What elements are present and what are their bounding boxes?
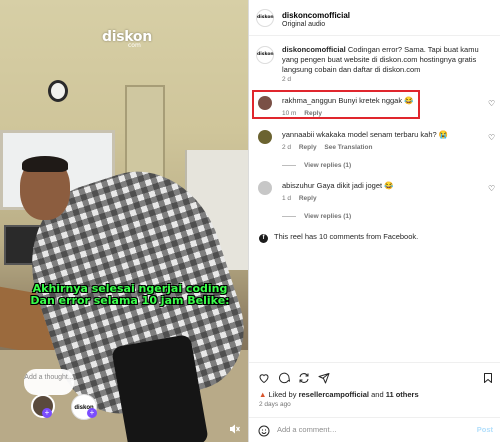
author-avatar[interactable]: diskon xyxy=(256,9,274,27)
replies-line xyxy=(282,164,296,166)
liked-by: ▲ Liked by resellercampofficial and 11 o… xyxy=(259,390,419,399)
person-hair xyxy=(22,156,68,172)
comment-text: wkakaka model senam terbaru kah? 😭 xyxy=(316,130,449,139)
commenter-avatar[interactable] xyxy=(258,96,272,110)
comment-username[interactable]: abiszuhur xyxy=(282,181,315,190)
caption-author-avatar[interactable]: diskon xyxy=(256,46,274,64)
comment-age: 1 d xyxy=(282,195,292,202)
post-header: diskon diskoncomofficial Original audio xyxy=(249,0,500,36)
reel-viewer: diskon com Akhirnya selesai ngerjai codi… xyxy=(0,0,500,442)
comment-icon[interactable] xyxy=(278,371,291,384)
liked-by-prefix: Liked by xyxy=(268,390,297,399)
video-caption: Akhirnya selesai ngerjai coding Dan erro… xyxy=(30,282,230,307)
caption-comment: diskoncomofficial Codingan error? Sama. … xyxy=(282,45,492,75)
share-icon[interactable] xyxy=(318,371,330,384)
add-thought-bubble[interactable]: Add a thought... xyxy=(24,369,74,395)
brand-logo-sub: com xyxy=(128,42,141,49)
wall-clock xyxy=(48,80,68,102)
view-replies-label: View replies (1) xyxy=(304,213,352,220)
comment-meta: 2 d Reply See Translation xyxy=(282,144,372,151)
repost-icon[interactable] xyxy=(298,371,310,383)
like-comment-icon[interactable]: ♡ xyxy=(488,99,495,108)
commenter-avatar[interactable] xyxy=(258,181,272,195)
comment-text: Gaya dikit jadi joget 😂 xyxy=(316,181,394,190)
view-replies-button[interactable]: View replies (1) xyxy=(282,213,351,220)
mute-icon[interactable] xyxy=(229,424,241,434)
replies-line xyxy=(282,215,296,217)
caption-username[interactable]: diskoncomofficial xyxy=(282,45,346,54)
brand-logo: diskon xyxy=(102,29,152,45)
view-replies-button[interactable]: View replies (1) xyxy=(282,162,351,169)
caption-age: 2 d xyxy=(282,76,292,83)
reel-video[interactable]: diskon com Akhirnya selesai ngerjai codi… xyxy=(0,0,248,442)
add-comment-input[interactable]: Add a comment… xyxy=(277,425,337,434)
like-icon[interactable] xyxy=(258,371,270,384)
plus-icon: + xyxy=(87,408,97,418)
comment: rakhma_anggun Bunyi kretek nggak 😂 xyxy=(282,96,414,106)
comment-text: Bunyi kretek nggak 😂 xyxy=(338,96,414,105)
liked-by-others[interactable]: 11 others xyxy=(386,390,419,399)
comment-meta: 10 m Reply xyxy=(282,110,322,117)
reply-button[interactable]: Reply xyxy=(299,195,317,202)
comment: yannaabii wkakaka model senam terbaru ka… xyxy=(282,130,448,140)
plus-icon: + xyxy=(42,408,52,418)
view-replies-label: View replies (1) xyxy=(304,162,352,169)
facebook-comments-info: f This reel has 10 comments from Facebook… xyxy=(259,232,418,243)
comment: abiszuhur Gaya dikit jadi joget 😂 xyxy=(282,181,394,191)
liker-avatar-icon: ▲ xyxy=(259,390,267,399)
save-icon[interactable] xyxy=(482,371,494,383)
comment-meta: 1 d Reply xyxy=(282,195,317,202)
liked-by-and: and xyxy=(371,390,384,399)
facebook-icon: f xyxy=(259,234,268,243)
like-comment-icon[interactable]: ♡ xyxy=(488,133,495,142)
comment-username[interactable]: yannaabii xyxy=(282,130,314,139)
author-username[interactable]: diskoncomofficial xyxy=(282,11,350,20)
add-comment-row: Add a comment… Post xyxy=(249,417,500,442)
liked-by-user[interactable]: resellercampofficial xyxy=(299,390,369,399)
comments-panel: diskon diskoncomofficial Original audio … xyxy=(248,0,500,442)
post-button[interactable]: Post xyxy=(477,425,493,434)
post-time[interactable]: 2 days ago xyxy=(259,401,291,408)
reply-button[interactable]: Reply xyxy=(299,144,317,151)
like-comment-icon[interactable]: ♡ xyxy=(488,184,495,193)
comment-age: 2 d xyxy=(282,144,292,151)
emoji-icon[interactable] xyxy=(258,424,270,437)
comment-username[interactable]: rakhma_anggun xyxy=(282,96,336,105)
facebook-info-text: This reel has 10 comments from Facebook. xyxy=(274,232,419,241)
see-translation-button[interactable]: See Translation xyxy=(324,144,372,151)
reply-button[interactable]: Reply xyxy=(304,110,322,117)
audio-label[interactable]: Original audio xyxy=(282,21,325,28)
commenter-avatar[interactable] xyxy=(258,130,272,144)
comment-age: 10 m xyxy=(282,110,297,117)
